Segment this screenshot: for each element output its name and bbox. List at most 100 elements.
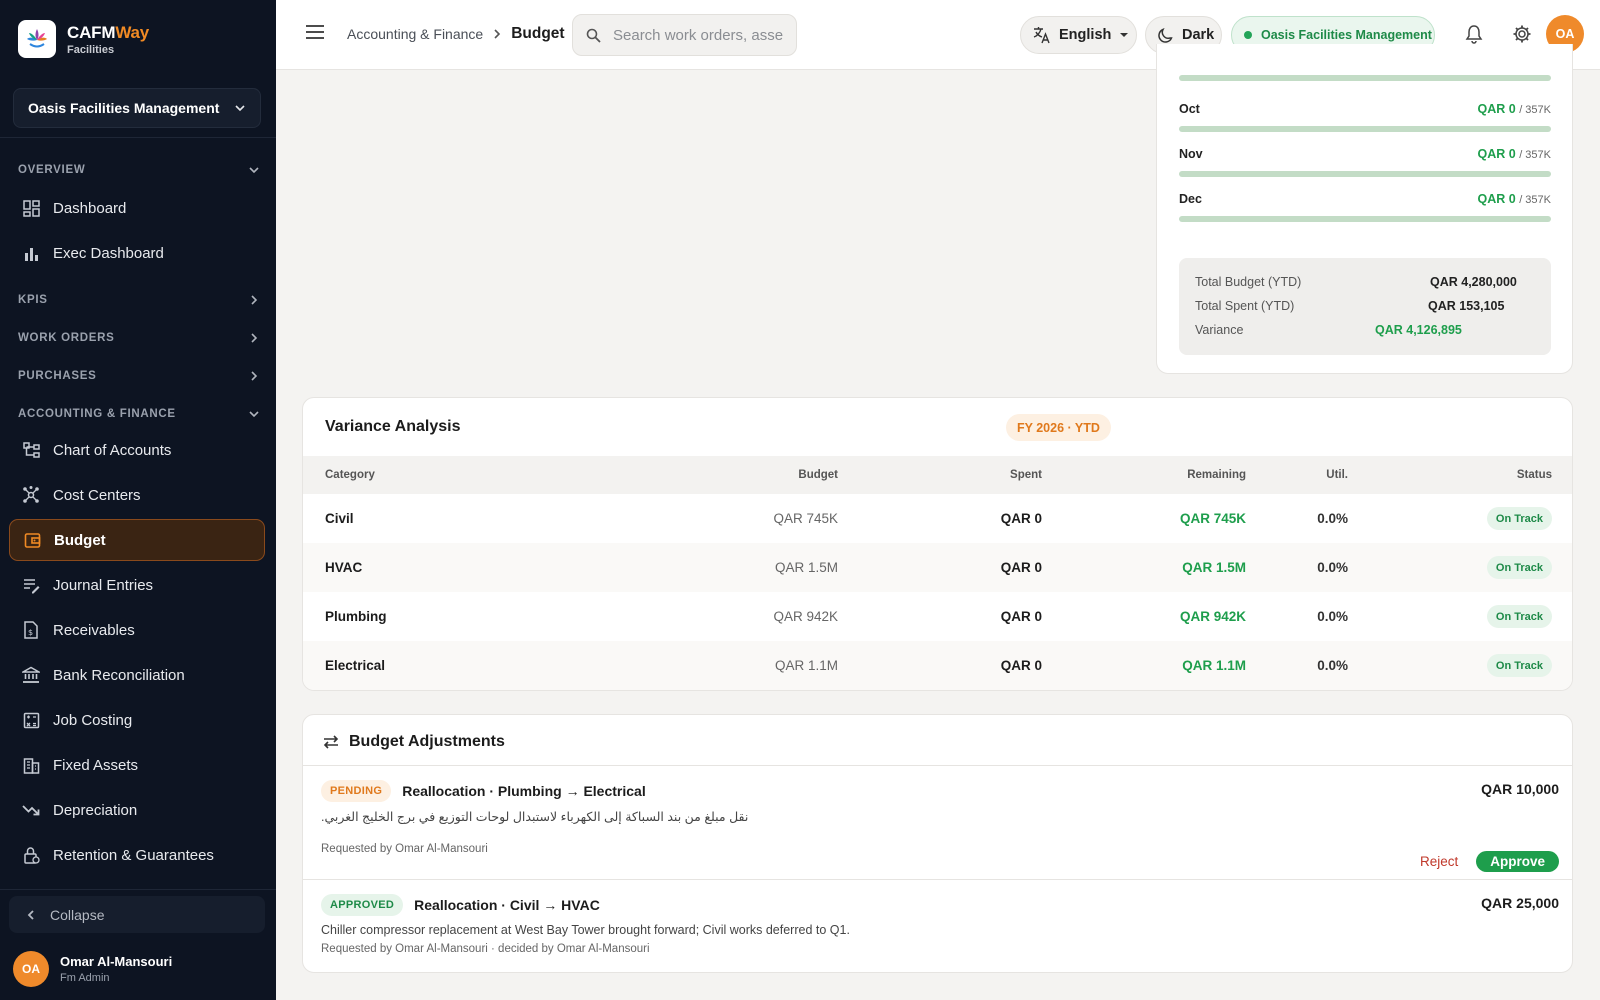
- section-purchases[interactable]: PURCHASES: [18, 370, 260, 382]
- table-row[interactable]: HVAC QAR 1.5M QAR 0 QAR 1.5M 0.0% On Track: [303, 543, 1572, 592]
- sidebar-item-cost-centers[interactable]: Cost Centers: [9, 474, 265, 516]
- month-name: Dec: [1179, 192, 1202, 206]
- column-header[interactable]: Status: [1517, 456, 1552, 494]
- status-badge: On Track: [1486, 507, 1552, 530]
- column-header[interactable]: Util.: [1326, 456, 1348, 494]
- adjustment-note: نقل مبلغ من بند السباكة إلى الكهرباء لاس…: [321, 810, 749, 824]
- sidebar-item-label: Retention & Guarantees: [53, 846, 214, 864]
- org-selector[interactable]: Oasis Facilities Management: [13, 88, 261, 128]
- cell-utilization: 0.0%: [1317, 609, 1348, 624]
- adjustment-meta: Requested by Omar Al-Mansouri: [321, 843, 488, 855]
- table-row[interactable]: Electrical QAR 1.1M QAR 0 QAR 1.1M 0.0% On Tr…: [303, 641, 1572, 690]
- chevron-right-icon: [251, 333, 258, 343]
- language-selector[interactable]: English: [1020, 16, 1137, 54]
- status-badge: PENDING: [321, 780, 392, 802]
- column-header[interactable]: Spent: [1010, 456, 1042, 494]
- sidebar-item-budget[interactable]: Budget: [9, 519, 265, 561]
- section-work-orders[interactable]: WORK ORDERS: [18, 332, 260, 344]
- breadcrumb: Accounting & Finance Budget: [347, 25, 565, 43]
- cell-category: Civil: [325, 511, 354, 526]
- period-badge[interactable]: FY 2026 · YTD: [1006, 414, 1111, 441]
- section-accounting-finance[interactable]: ACCOUNTING & FINANCE: [18, 408, 260, 420]
- chevron-right-icon: [251, 371, 258, 381]
- sidebar-item-retention-guarantees[interactable]: Retention & Guarantees: [9, 834, 265, 876]
- sidebar-item-dashboard[interactable]: Dashboard: [9, 187, 265, 229]
- adjustment-note: Chiller compressor replacement at West B…: [321, 923, 850, 937]
- sidebar-item-bank-reconciliation[interactable]: Bank Reconciliation: [9, 654, 265, 696]
- status-badge: On Track: [1486, 605, 1552, 628]
- bell-icon[interactable]: [1465, 24, 1483, 44]
- column-header[interactable]: Budget: [798, 456, 838, 494]
- cell-budget: QAR 1.5M: [774, 560, 838, 575]
- column-header[interactable]: Remaining: [1187, 456, 1246, 494]
- search-box[interactable]: [572, 14, 797, 56]
- language-label: English: [1059, 27, 1112, 43]
- month-progress-bar: [1179, 126, 1551, 132]
- table-row[interactable]: Plumbing QAR 942K QAR 0 QAR 942K 0.0% On Trac…: [303, 592, 1572, 641]
- breadcrumb-parent[interactable]: Accounting & Finance: [347, 26, 483, 42]
- brand[interactable]: CAFMWay Facilities: [18, 20, 149, 58]
- month-name: Nov: [1179, 147, 1203, 161]
- column-header[interactable]: Category: [325, 456, 375, 494]
- section-kpis[interactable]: KPIS: [18, 294, 260, 306]
- collapse-sidebar-button[interactable]: Collapse: [9, 896, 265, 933]
- avatar: OA: [13, 951, 49, 987]
- status-badge: On Track: [1486, 654, 1552, 677]
- section-overview[interactable]: OVERVIEW: [18, 164, 260, 176]
- menu-icon[interactable]: [305, 24, 325, 40]
- user-role: Fm Admin: [60, 972, 110, 984]
- sidebar-item-label: Journal Entries: [53, 576, 154, 594]
- sidebar-item-chart-of-accounts[interactable]: Chart of Accounts: [9, 429, 265, 471]
- building-icon: [21, 755, 41, 775]
- sidebar-item-fixed-assets[interactable]: Fixed Assets: [9, 744, 265, 786]
- month-amount: QAR 0 / 357K: [1477, 147, 1552, 161]
- table-header: Category Budget Spent Remaining Util. St…: [303, 456, 1572, 494]
- cell-status: On Track: [1486, 641, 1552, 690]
- adjustment-title: Reallocation · Plumbing → Electrical: [402, 783, 646, 799]
- sidebar-item-journal-entries[interactable]: Journal Entries: [9, 564, 265, 606]
- sidebar-item-depreciation[interactable]: Depreciation: [9, 789, 265, 831]
- translate-icon: [1033, 27, 1050, 44]
- chevron-down-icon: [249, 167, 259, 174]
- month-row: Dec QAR 0 / 357K: [1179, 192, 1551, 222]
- chevron-left-icon: [27, 909, 34, 920]
- sidebar-item-label: Receivables: [53, 621, 135, 639]
- brand-name: CAFMWay: [67, 22, 150, 42]
- receipt-doc-icon: $: [21, 620, 41, 640]
- sidebar-item-label: Cost Centers: [53, 486, 141, 504]
- collapse-label: Collapse: [50, 906, 105, 923]
- sidebar-item-receivables[interactable]: $ Receivables: [9, 609, 265, 651]
- search-input[interactable]: [613, 26, 783, 44]
- chevron-down-icon: [235, 105, 245, 112]
- sidebar: CAFMWay Facilities Oasis Facilities Mana…: [0, 0, 276, 1000]
- cell-category: HVAC: [325, 560, 363, 575]
- gear-icon[interactable]: [1512, 24, 1532, 44]
- month-progress-bar: [1179, 75, 1551, 81]
- sidebar-item-label: Depreciation: [53, 801, 138, 819]
- variance-analysis-card: Variance Analysis FY 2026 · YTD Category…: [302, 397, 1573, 691]
- cell-utilization: 0.0%: [1317, 560, 1348, 575]
- month-row: Oct QAR 0 / 357K: [1179, 102, 1551, 132]
- reject-button[interactable]: Reject: [1420, 854, 1458, 869]
- cell-utilization: 0.0%: [1317, 511, 1348, 526]
- approve-button[interactable]: Approve: [1476, 851, 1559, 872]
- table-row[interactable]: Civil QAR 745K QAR 0 QAR 745K 0.0% On Track: [303, 494, 1572, 543]
- sidebar-item-label: Bank Reconciliation: [53, 666, 185, 684]
- swap-icon: [323, 735, 339, 749]
- sidebar-item-label: Budget: [54, 531, 106, 549]
- sidebar-item-label: Fixed Assets: [53, 756, 139, 774]
- cell-status: On Track: [1486, 494, 1552, 543]
- user-profile[interactable]: OA Omar Al-Mansouri Fm Admin: [13, 951, 172, 987]
- search-icon: [586, 28, 601, 43]
- cell-remaining: QAR 745K: [1179, 511, 1246, 526]
- adjustment-amount: QAR 10,000: [1481, 781, 1559, 797]
- hub-icon: [21, 485, 41, 505]
- bar-chart-icon: [21, 243, 41, 263]
- status-badge: On Track: [1486, 556, 1552, 579]
- sidebar-item-job-costing[interactable]: Job Costing: [9, 699, 265, 741]
- lock-shield-icon: [21, 845, 41, 865]
- cell-remaining: QAR 942K: [1179, 609, 1246, 624]
- sidebar-item-exec-dashboard[interactable]: Exec Dashboard: [9, 232, 265, 274]
- cell-budget: QAR 942K: [773, 609, 838, 624]
- monthly-budget-card: Oct QAR 0 / 357K Nov QAR 0 / 357K Dec QAR 0 /…: [1156, 44, 1573, 374]
